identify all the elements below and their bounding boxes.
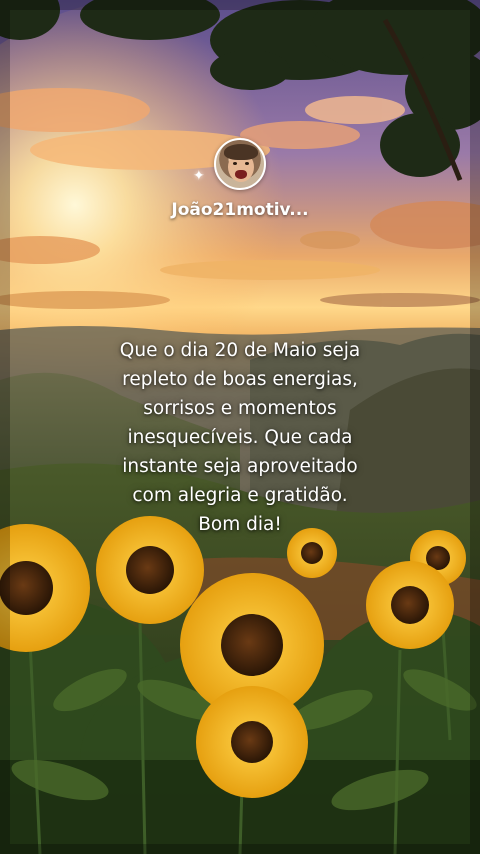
message-line: sorrisos e momentos <box>143 398 337 419</box>
avatar[interactable] <box>214 138 266 190</box>
sunflower <box>196 686 308 798</box>
message-line: Que o dia 20 de Maio seja <box>119 340 361 361</box>
sparkle-icon: ✦ <box>193 168 205 184</box>
avatar-mouth <box>235 170 247 179</box>
avatar-eye <box>233 162 237 165</box>
message-text: Que o dia 20 de Maio seja repleto de boa… <box>60 336 420 539</box>
avatar-eye <box>245 162 249 165</box>
message-line: Bom dia! <box>198 514 282 535</box>
username[interactable]: João21motiv... <box>171 200 308 220</box>
message-line: repleto de boas energias, <box>122 369 358 390</box>
message-line: com alegria e gratidão. <box>132 485 348 506</box>
sunflower <box>366 561 454 649</box>
avatar-hair <box>224 144 258 160</box>
story-screen: João21motiv... ✦ Que o dia 20 de Maio se… <box>0 0 480 854</box>
message-line: instante seja aproveitado <box>122 456 358 477</box>
message-line: inesquecíveis. Que cada <box>127 427 353 448</box>
profile-header: João21motiv... <box>0 138 480 220</box>
